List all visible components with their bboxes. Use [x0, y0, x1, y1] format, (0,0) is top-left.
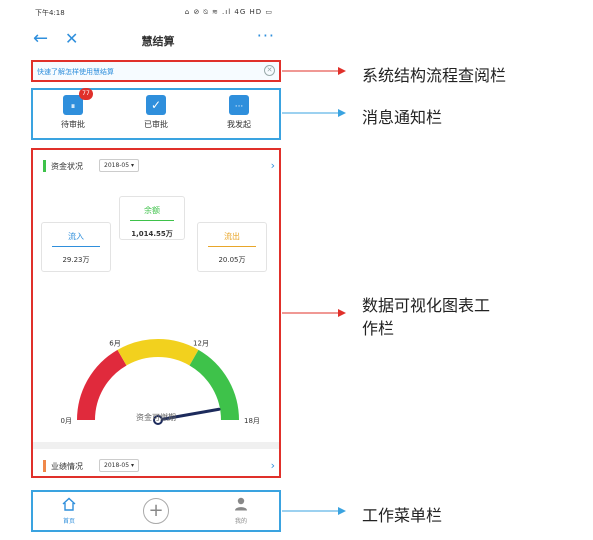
tab-mine-label: 我的 — [234, 518, 247, 525]
performance-period-select[interactable]: 2018-05 ▾ — [99, 459, 139, 472]
more-icon[interactable]: ··· — [257, 26, 275, 45]
msg-pending-approval[interactable]: ⏸ 77 待审批 — [33, 88, 113, 130]
balance-underline — [129, 220, 175, 221]
finance-accent-bar — [43, 160, 46, 172]
gauge-caption: 资金可燃期 — [136, 413, 176, 422]
dots-glyph: ··· — [234, 102, 244, 112]
finance-title: 资金状况 — [51, 162, 83, 171]
home-icon — [62, 497, 76, 511]
outflow-underline — [208, 246, 256, 247]
section-divider — [33, 442, 279, 449]
annotation-chart-line2: 作栏 — [362, 319, 395, 338]
pause-glyph: ⏸ — [70, 102, 76, 112]
finance-period-select[interactable]: 2018-05 ▾ — [99, 159, 139, 172]
status-time: 下午4:18 — [35, 9, 65, 17]
guide-close-icon[interactable]: ✕ — [264, 65, 275, 76]
bottom-tab-bar: 首页 + 我的 — [31, 490, 281, 532]
gauge-segment-6-12 — [117, 339, 199, 366]
finance-header[interactable]: 资金状况 2018-05 ▾ › — [39, 156, 275, 176]
outflow-label: 流出 — [224, 232, 240, 241]
user-icon — [235, 497, 247, 511]
inflow-value: 29.23万 — [62, 256, 90, 264]
page-title: 慧结算 — [141, 35, 175, 48]
check-icon: ✓ — [146, 95, 166, 115]
performance-header[interactable]: 业绩情况 2018-05 ▾ › — [39, 456, 275, 476]
performance-accent-bar — [43, 460, 46, 472]
gauge-tick-12: 12月 — [193, 340, 209, 348]
msg-approved[interactable]: ✓ 已审批 — [116, 94, 196, 130]
balance-value: 1,014.55万 — [131, 230, 173, 238]
outflow-card: 流出 20.05万 — [197, 222, 267, 272]
balance-card: 余额 1,014.55万 — [119, 196, 185, 240]
msg-label-pending: 待审批 — [61, 120, 85, 129]
message-bar: ⏸ 77 待审批 ✓ 已审批 ··· 我发起 — [31, 88, 281, 140]
annotation-message: 消息通知栏 — [362, 108, 443, 127]
tab-home-label: 首页 — [62, 518, 75, 525]
tab-home[interactable]: 首页 — [39, 496, 99, 525]
phone-screen: 下午4:18 ⌂ ⊘ ⍉ ≋ .ıl 4G HD ▭ ← ✕ 慧结算 ··· 快… — [27, 0, 289, 540]
status-icons: ⌂ ⊘ ⍉ ≋ .ıl 4G HD ▭ — [184, 8, 273, 16]
check-glyph: ✓ — [150, 98, 162, 112]
outflow-value: 20.05万 — [218, 256, 246, 264]
chevron-right-icon[interactable]: › — [271, 159, 275, 172]
nav-bar: ← ✕ 慧结算 ··· — [27, 24, 289, 54]
inflow-card: 流入 29.23万 — [41, 222, 111, 272]
inflow-underline — [52, 246, 100, 247]
gauge-segment-0-6 — [77, 349, 127, 421]
msg-label-approved: 已审批 — [144, 120, 168, 129]
dots-icon: ··· — [229, 95, 249, 115]
guide-banner[interactable]: 快速了解怎样使用慧结算 ✕ — [31, 60, 281, 82]
balance-label: 余额 — [144, 206, 160, 215]
data-visualization-panel: 资金状况 2018-05 ▾ › 余额 1,014.55万 流入 29.23万 … — [31, 148, 281, 478]
msg-label-initiated: 我发起 — [227, 120, 251, 129]
msg-initiated[interactable]: ··· 我发起 — [199, 94, 279, 130]
badge-count: 77 — [79, 88, 93, 100]
status-bar: 下午4:18 ⌂ ⊘ ⍉ ≋ .ıl 4G HD ▭ — [27, 0, 289, 22]
annotation-menu: 工作菜单栏 — [362, 506, 443, 525]
annotation-chart-line1: 数据可视化图表工 — [362, 296, 491, 315]
tab-mine[interactable]: 我的 — [211, 496, 271, 525]
pause-icon: ⏸ 77 — [63, 88, 93, 115]
annotation-structure: 系统结构流程查阅栏 — [362, 66, 507, 85]
annotated-screenshot: 下午4:18 ⌂ ⊘ ⍉ ≋ .ıl 4G HD ▭ ← ✕ 慧结算 ··· 快… — [0, 0, 593, 540]
gauge-tick-6: 6月 — [109, 340, 120, 348]
guide-text[interactable]: 快速了解怎样使用慧结算 — [37, 67, 114, 77]
inflow-label: 流入 — [68, 232, 84, 241]
chevron-right-icon[interactable]: › — [271, 459, 275, 472]
add-button[interactable]: + — [143, 498, 169, 524]
performance-title: 业绩情况 — [51, 462, 83, 471]
